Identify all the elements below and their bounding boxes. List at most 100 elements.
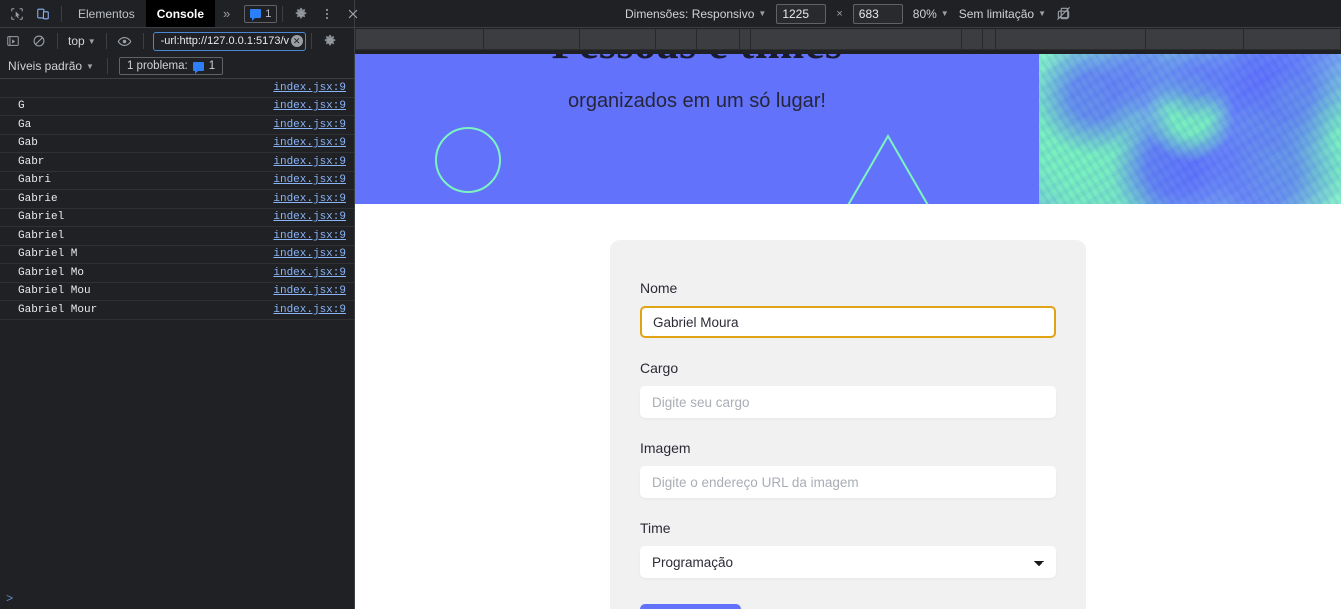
problems-count: 1: [208, 60, 216, 72]
console-settings-gear-icon[interactable]: [317, 28, 343, 54]
console-log-source-link[interactable]: index.jsx:9: [273, 285, 346, 297]
console-log-row[interactable]: Gabriel index.jsx:9: [0, 209, 354, 227]
chevron-down-icon: ▼: [87, 36, 96, 46]
console-log-row[interactable]: Gabriel Mou index.jsx:9: [0, 283, 354, 301]
member-form-card: Nome Cargo Imagem Time ProgramaçãoFront-…: [610, 240, 1086, 609]
console-log-text: Gabriel Mou: [18, 285, 91, 298]
console-log-source-link[interactable]: index.jsx:9: [273, 82, 346, 94]
console-log-text: Gabriel: [18, 229, 65, 242]
devtools-window: Elementos Console » 1 Dimensões: Respons…: [0, 0, 1341, 609]
input-nome[interactable]: [640, 306, 1056, 338]
console-filter-input-wrap[interactable]: ✕: [152, 31, 306, 51]
console-log-source-link[interactable]: index.jsx:9: [273, 119, 346, 131]
console-log-source-link[interactable]: index.jsx:9: [273, 193, 346, 205]
close-icon[interactable]: [340, 1, 366, 27]
console-log-source-link[interactable]: index.jsx:9: [273, 230, 346, 242]
message-icon: [250, 9, 262, 21]
console-log-source-link[interactable]: index.jsx:9: [273, 304, 346, 316]
clear-input-icon[interactable]: ✕: [290, 35, 303, 47]
device-toolbar-icon[interactable]: [30, 1, 56, 27]
label-nome: Nome: [640, 280, 678, 296]
device-mode-toolbar: Dimensões: Responsivo ▼ × 80% ▼ Sem limi…: [355, 0, 1341, 27]
console-log-source-link[interactable]: index.jsx:9: [273, 174, 346, 186]
dimensions-dropdown[interactable]: Dimensões: Responsivo ▼: [625, 7, 766, 21]
console-log-source-link[interactable]: index.jsx:9: [273, 248, 346, 260]
console-log-row[interactable]: Gabr index.jsx:9: [0, 153, 354, 172]
gear-icon[interactable]: [288, 1, 314, 27]
levels-divider: [106, 58, 108, 74]
field-cargo: Cargo: [640, 360, 1056, 418]
viewport-ruler[interactable]: [355, 29, 1341, 50]
chevron-down-icon: ▼: [758, 9, 767, 18]
console-log-text: Gabrie: [18, 192, 58, 205]
viewport-width-input[interactable]: [776, 3, 827, 24]
console-filter-input[interactable]: [158, 34, 291, 48]
label-cargo: Cargo: [640, 360, 679, 376]
field-nome: Nome: [640, 280, 1056, 338]
devtools-body: Níveis padrão ▼ 1 problema: 1 index.jsx:…: [0, 54, 1341, 609]
chevron-down-icon: ▼: [86, 61, 94, 71]
console-log-row[interactable]: Gabriel M index.jsx:9: [0, 246, 354, 264]
console-log-text: Gabriel: [18, 211, 65, 224]
decorative-circle-icon: [435, 127, 501, 193]
hero-title: Pessoas e times: [355, 54, 1039, 69]
console-message-list[interactable]: index.jsx:9 Gindex.jsx:9 Ga index.jsx:9 Gab i…: [0, 79, 354, 589]
more-tabs-button[interactable]: »: [215, 0, 238, 27]
console-log-row[interactable]: Gabri index.jsx:9: [0, 172, 354, 190]
execute-snippet-icon[interactable]: [0, 28, 26, 54]
rotate-icon[interactable]: [1056, 6, 1071, 21]
console-log-source-link[interactable]: index.jsx:9: [273, 267, 346, 279]
input-cargo[interactable]: [640, 386, 1056, 418]
submit-button[interactable]: Criar card: [640, 604, 742, 609]
console-log-row[interactable]: index.jsx:9: [0, 79, 354, 98]
hero-subtitle: organizados em um só lugar!: [568, 90, 826, 112]
photo-texture-layer: [1039, 54, 1341, 204]
console-levels-bar: Níveis padrão ▼ 1 problema: 1: [0, 54, 354, 79]
console-log-row[interactable]: Gindex.jsx:9: [0, 98, 354, 116]
log-levels-label: Níveis padrão: [8, 59, 83, 73]
console-log-source-link[interactable]: index.jsx:9: [273, 156, 346, 168]
inspect-cursor-icon[interactable]: [4, 1, 30, 27]
console-log-row[interactable]: Gab index.jsx:9: [0, 135, 354, 153]
devtools-top-toolbar: Elementos Console » 1 Dimensões: Respons…: [0, 0, 1341, 28]
issues-count: 1: [265, 7, 272, 20]
console-log-text: Gabr: [18, 155, 45, 168]
select-time[interactable]: ProgramaçãoFront-EndData ScienceDevopsUX…: [640, 546, 1056, 578]
viewport-height-input[interactable]: [852, 3, 903, 24]
message-icon: [192, 61, 204, 74]
filterbar-divider: [57, 33, 58, 49]
prompt-symbol: >: [6, 592, 14, 606]
tab-console[interactable]: Console: [145, 0, 216, 27]
context-label: top: [68, 34, 85, 48]
console-log-row[interactable]: Gabriel Mo index.jsx:9: [0, 264, 354, 283]
field-imagem: Imagem: [640, 440, 1056, 498]
console-log-row[interactable]: Gabriel Mour index.jsx:9: [0, 301, 354, 320]
log-levels-dropdown[interactable]: Níveis padrão ▼: [0, 59, 102, 73]
context-selector[interactable]: top ▼: [63, 34, 101, 48]
console-log-row[interactable]: Ga index.jsx:9: [0, 116, 354, 135]
console-log-source-link[interactable]: index.jsx:9: [273, 137, 346, 149]
chevron-down-icon: ▼: [940, 9, 949, 18]
console-log-text: Ga: [18, 118, 32, 131]
issues-badge[interactable]: 1: [244, 4, 278, 23]
console-log-row[interactable]: Gabrie index.jsx:9: [0, 190, 354, 209]
live-expression-icon[interactable]: [112, 28, 138, 54]
kebab-menu-icon[interactable]: [314, 1, 340, 27]
console-log-row[interactable]: Gabriel index.jsx:9: [0, 227, 354, 246]
console-filter-bar: top ▼ ✕: [0, 28, 355, 54]
dimensions-label: Dimensões: Responsivo: [625, 6, 755, 21]
console-log-source-link[interactable]: index.jsx:9: [273, 211, 346, 223]
console-log-source-link[interactable]: index.jsx:9: [273, 100, 346, 112]
console-prompt[interactable]: >: [0, 589, 354, 609]
console-log-text: Gabriel Mour: [18, 303, 98, 316]
throttling-label: Sem limitação: [958, 6, 1035, 21]
page-preview-viewport[interactable]: Pessoas e times organizados em um só lug…: [355, 54, 1341, 609]
toolbar-divider-2: [282, 5, 284, 22]
problems-badge[interactable]: 1 problema: 1: [118, 57, 224, 75]
clear-console-icon[interactable]: [26, 28, 52, 54]
zoom-dropdown[interactable]: 80% ▼: [913, 7, 949, 21]
label-imagem: Imagem: [640, 440, 691, 456]
input-imagem[interactable]: [640, 466, 1056, 498]
tab-elementos[interactable]: Elementos: [67, 0, 146, 27]
throttling-dropdown[interactable]: Sem limitação ▼: [959, 7, 1046, 21]
